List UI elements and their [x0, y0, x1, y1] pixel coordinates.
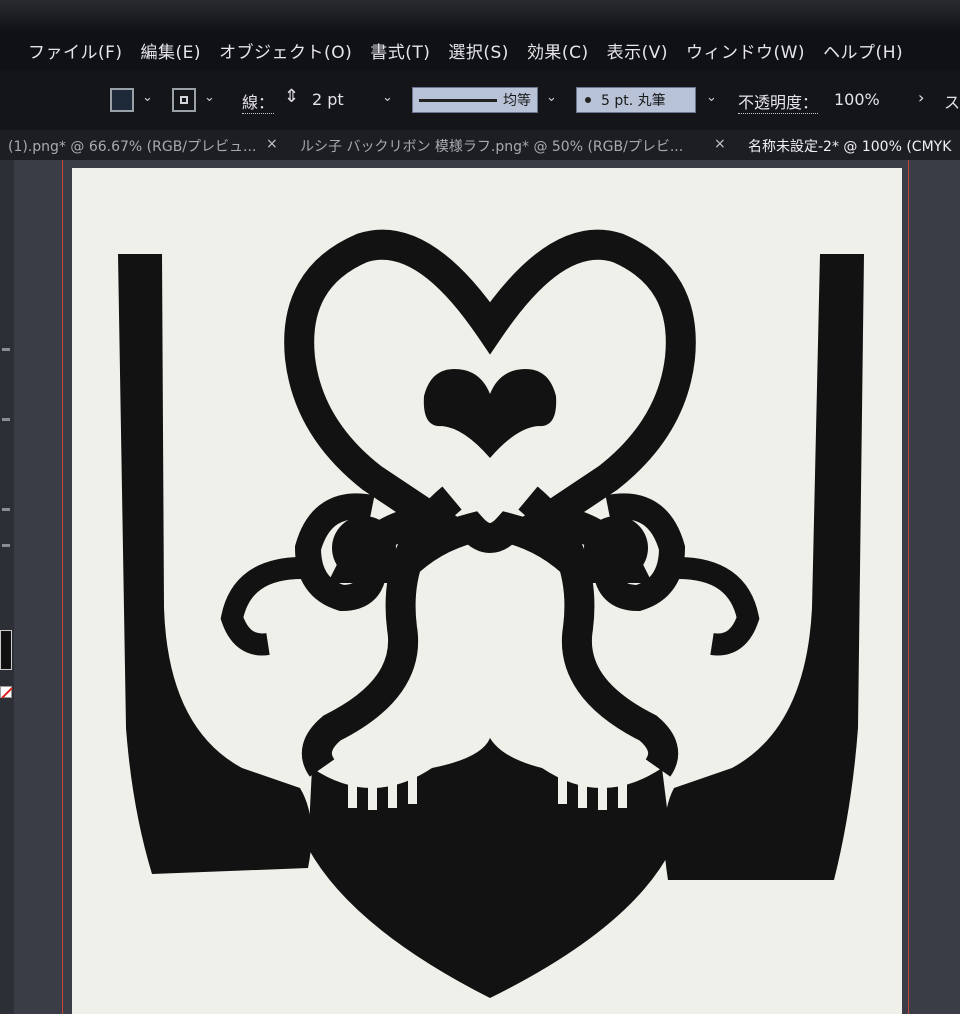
chevron-down-icon[interactable]: ⌄	[706, 90, 717, 105]
chevron-down-icon[interactable]: ⌄	[546, 90, 557, 105]
chevron-down-icon[interactable]: ⌄	[382, 90, 393, 105]
tool-handle-icon[interactable]	[2, 418, 10, 421]
menu-view[interactable]: 表示(V)	[607, 38, 668, 63]
variable-width-profile-select[interactable]: 均等	[412, 87, 538, 113]
stroke-label[interactable]: 線：	[242, 89, 275, 114]
ribbon-pattern-artwork[interactable]	[72, 168, 902, 1014]
chevron-right-icon[interactable]: ›	[918, 88, 924, 107]
menu-window[interactable]: ウィンドウ(W)	[686, 38, 805, 63]
bleed-guide-right	[908, 160, 909, 1014]
tab-document-2[interactable]: ルシ子 バックリボン 模様ラフ.png* @ 50% (RGB/プレビ...	[300, 136, 683, 156]
monitor-bezel	[0, 0, 960, 30]
close-icon[interactable]: ×	[266, 136, 278, 152]
chevron-down-icon[interactable]: ⌄	[204, 90, 215, 105]
tab-document-1[interactable]: (1).png* @ 66.67% (RGB/プレビュ...	[8, 136, 256, 156]
opacity-label[interactable]: 不透明度：	[738, 89, 819, 114]
menu-type[interactable]: 書式(T)	[370, 38, 430, 63]
chevron-down-icon[interactable]: ⌄	[142, 90, 153, 105]
tool-handle-icon[interactable]	[2, 544, 10, 547]
menu-file[interactable]: ファイル(F)	[28, 38, 123, 63]
tool-handle-icon[interactable]	[2, 348, 10, 351]
bleed-guide-left	[62, 160, 63, 1014]
document-tab-bar: (1).png* @ 66.67% (RGB/プレビュ... × ルシ子 バック…	[0, 130, 960, 160]
menu-edit[interactable]: 編集(E)	[141, 38, 202, 63]
close-icon[interactable]: ×	[714, 136, 726, 152]
tools-panel	[0, 160, 14, 1014]
menu-bar: ファイル(F) 編集(E) オブジェクト(O) 書式(T) 選択(S) 効果(C…	[0, 30, 960, 70]
menu-select[interactable]: 選択(S)	[448, 38, 509, 63]
tool-handle-icon[interactable]	[2, 508, 10, 511]
profile-line-preview	[419, 98, 497, 102]
none-color-icon[interactable]	[0, 686, 12, 698]
canvas-workspace[interactable]	[0, 160, 960, 1014]
artboard[interactable]	[72, 168, 902, 1014]
stroke-weight-input[interactable]: 2 pt	[312, 90, 344, 109]
menu-effect[interactable]: 効果(C)	[527, 38, 589, 63]
brush-label: 5 pt. 丸筆	[601, 93, 666, 109]
menu-object[interactable]: オブジェクト(O)	[219, 38, 352, 63]
fill-swatch-icon[interactable]	[110, 88, 134, 112]
tab-document-active[interactable]: 名称未設定-2* @ 100% (CMYK	[748, 136, 951, 156]
brush-dot-icon	[585, 97, 591, 103]
stroke-swatch-icon[interactable]	[172, 88, 196, 112]
style-label-truncated[interactable]: ス	[944, 89, 960, 113]
menu-help[interactable]: ヘルプ(H)	[823, 38, 903, 63]
control-bar: ⌄ ⌄ 線： ⇕ 2 pt ⌄ 均等 ⌄ 5 pt. 丸筆 ⌄ 不透明度： 10…	[0, 70, 960, 130]
profile-label: 均等	[503, 93, 531, 109]
fill-color-icon[interactable]	[0, 630, 12, 670]
up-down-stepper-icon[interactable]: ⇕	[284, 86, 299, 107]
brush-definition-select[interactable]: 5 pt. 丸筆	[576, 87, 696, 113]
opacity-input[interactable]: 100%	[834, 90, 880, 109]
